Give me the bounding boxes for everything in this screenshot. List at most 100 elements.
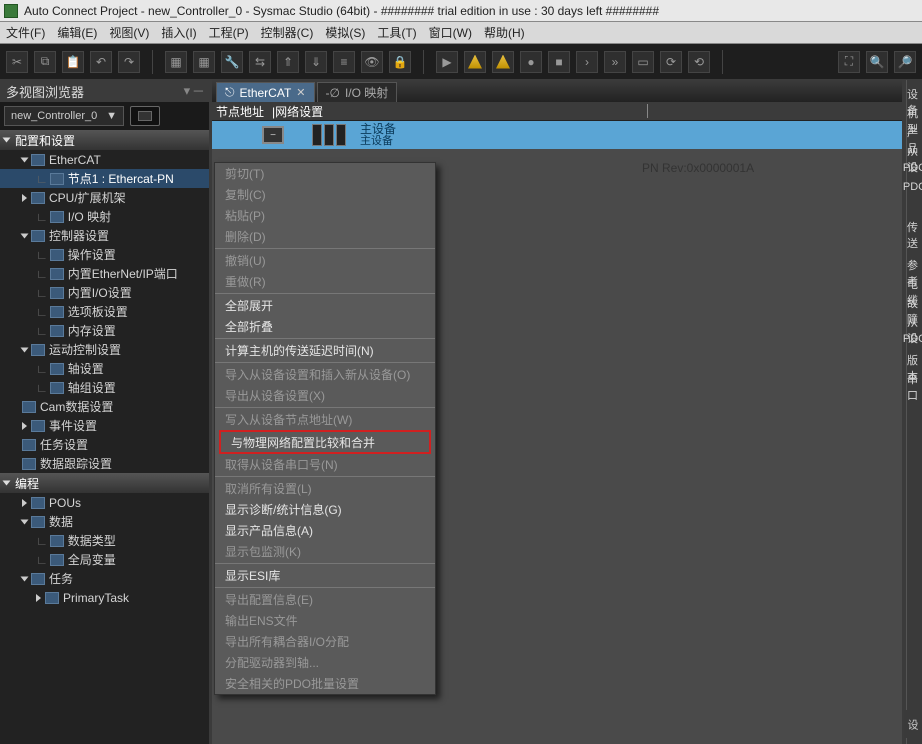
build2-icon[interactable]: ▦ — [193, 51, 215, 73]
monitor-icon[interactable]: 👁 — [361, 51, 383, 73]
context-menu-item[interactable]: 显示诊断/统计信息(G) — [215, 499, 435, 520]
tree-item[interactable]: 数据 — [0, 512, 209, 531]
tree-item[interactable]: ∟选项板设置 — [0, 302, 209, 321]
prop-label: 传送 — [907, 219, 922, 235]
zoom-out-icon[interactable]: 🔎 — [894, 51, 916, 73]
tree-item[interactable]: Cam数据设置 — [0, 397, 209, 416]
tree-item[interactable]: ∟内置EtherNet/IP端口 — [0, 264, 209, 283]
menu-controller[interactable]: 控制器(C) — [261, 24, 314, 41]
warn2-icon[interactable] — [492, 51, 514, 73]
node-icon — [31, 192, 45, 204]
tree-item-label: 内存设置 — [68, 322, 116, 339]
tree-item-label: 全局变量 — [68, 551, 116, 568]
tree-item[interactable]: EtherCAT — [0, 150, 209, 169]
paste-icon[interactable]: 📋 — [62, 51, 84, 73]
tree-item-label: POUs — [49, 496, 81, 510]
tree-item[interactable]: CPU/扩展机架 — [0, 188, 209, 207]
context-menu-item[interactable]: 计算主机的传送延迟时间(N) — [215, 340, 435, 361]
crop-icon[interactable]: ⛶ — [838, 51, 860, 73]
menu-view[interactable]: 视图(V) — [109, 24, 149, 41]
refresh-icon[interactable]: ⟳ — [660, 51, 682, 73]
upload-icon[interactable]: ⇑ — [277, 51, 299, 73]
node-icon — [50, 173, 64, 185]
tree-item[interactable]: ∟节点1 : Ethercat-PN — [0, 169, 209, 188]
lock-icon[interactable]: 🔒 — [389, 51, 411, 73]
title-bar: Auto Connect Project - new_Controller_0 … — [0, 0, 922, 22]
context-menu-item[interactable]: 与物理网络配置比较和合并 — [219, 430, 431, 454]
tree-item[interactable]: ∟内存设置 — [0, 321, 209, 340]
context-menu-item[interactable]: 全部折叠 — [215, 316, 435, 337]
menu-project[interactable]: 工程(P) — [209, 24, 249, 41]
node-icon — [50, 306, 64, 318]
step2-icon[interactable]: » — [604, 51, 626, 73]
cut-icon[interactable]: ✂ — [6, 51, 28, 73]
close-icon[interactable]: ✕ — [296, 86, 305, 99]
tree-item[interactable]: ∟全局变量 — [0, 550, 209, 569]
tree-item[interactable]: POUs — [0, 493, 209, 512]
menu-insert[interactable]: 插入(I) — [161, 24, 196, 41]
step-icon[interactable]: › — [576, 51, 598, 73]
master-device-row[interactable]: − 主设备 主设备 — [212, 121, 902, 149]
menu-help[interactable]: 帮助(H) — [484, 24, 525, 41]
tree-item[interactable]: ∟数据类型 — [0, 531, 209, 550]
node-icon — [31, 516, 45, 528]
tree-item-label: 选项板设置 — [68, 303, 128, 320]
menu-file[interactable]: 文件(F) — [6, 24, 45, 41]
tree-item[interactable]: 事件设置 — [0, 416, 209, 435]
tree-item[interactable]: PrimaryTask — [0, 588, 209, 607]
sync-icon[interactable]: ⇆ — [249, 51, 271, 73]
explorer-menu-icon[interactable]: ▾ ─ — [184, 83, 203, 99]
context-menu-item[interactable]: 全部展开 — [215, 295, 435, 316]
redo-icon[interactable]: ↷ — [118, 51, 140, 73]
run-icon[interactable]: ● — [520, 51, 542, 73]
tree-item[interactable]: 任务 — [0, 569, 209, 588]
stop-icon[interactable]: ■ — [548, 51, 570, 73]
tree-item[interactable]: 任务设置 — [0, 435, 209, 454]
context-menu-item[interactable]: 显示产品信息(A) — [215, 520, 435, 541]
context-menu-item: 导出从设备设置(X) — [215, 385, 435, 406]
compare-icon[interactable]: ≡ — [333, 51, 355, 73]
tab-ethercat[interactable]: ⎋ EtherCAT ✕ — [216, 82, 315, 102]
tree-item-label: 操作设置 — [68, 246, 116, 263]
menu-sim[interactable]: 模拟(S) — [325, 24, 365, 41]
device-image — [312, 124, 346, 146]
tree-group-config[interactable]: 配置和设置 — [0, 130, 209, 150]
tree-item[interactable]: 运动控制设置 — [0, 340, 209, 359]
tree-item[interactable]: 控制器设置 — [0, 226, 209, 245]
tab-label: I/O 映射 — [345, 84, 388, 101]
build-icon[interactable]: ▦ — [165, 51, 187, 73]
menu-tool[interactable]: 工具(T) — [377, 24, 416, 41]
tree-item[interactable]: ∟内置I/O设置 — [0, 283, 209, 302]
context-menu-item: 取消所有设置(L) — [215, 478, 435, 499]
explorer-pane: 多视图浏览器 ▾ ─ new_Controller_0 ▼ 配置和设置 Ethe… — [0, 80, 212, 744]
menu-edit[interactable]: 编辑(E) — [57, 24, 97, 41]
tree-item[interactable]: 数据跟踪设置 — [0, 454, 209, 473]
undo-icon[interactable]: ↶ — [90, 51, 112, 73]
warn1-icon[interactable] — [464, 51, 486, 73]
wrench-icon[interactable]: 🔧 — [221, 51, 243, 73]
controller-select[interactable]: new_Controller_0 ▼ — [4, 106, 124, 126]
zoom-in-icon[interactable]: 🔍 — [866, 51, 888, 73]
node-icon — [50, 287, 64, 299]
tree-item[interactable]: ∟I/O 映射 — [0, 207, 209, 226]
download-icon[interactable]: ⇓ — [305, 51, 327, 73]
refresh2-icon[interactable]: ⟲ — [688, 51, 710, 73]
context-menu-item[interactable]: 显示ESI库 — [215, 565, 435, 586]
context-menu-item: 撤销(U) — [215, 250, 435, 271]
prop-label: PDC — [903, 162, 922, 178]
tree-item[interactable]: ∟轴组设置 — [0, 378, 209, 397]
tree-group-program[interactable]: 编程 — [0, 473, 209, 493]
copy-icon[interactable]: ⧉ — [34, 51, 56, 73]
prop-label: PDC — [903, 181, 922, 197]
tree-item[interactable]: ∟操作设置 — [0, 245, 209, 264]
toolbar: ✂ ⧉ 📋 ↶ ↷ ▦ ▦ 🔧 ⇆ ⇑ ⇓ ≡ 👁 🔒 ▶ ● ■ › » ▭ … — [0, 44, 922, 80]
tree-item[interactable]: ∟轴设置 — [0, 359, 209, 378]
menu-window[interactable]: 窗口(W) — [429, 24, 472, 41]
node-icon — [31, 230, 45, 242]
project-tree[interactable]: 配置和设置 EtherCAT∟节点1 : Ethercat-PNCPU/扩展机架… — [0, 130, 209, 744]
tab-iomap[interactable]: -∅ I/O 映射 — [317, 82, 398, 102]
screen-icon[interactable]: ▭ — [632, 51, 654, 73]
collapse-icon[interactable]: − — [262, 126, 284, 144]
prop-label: 串口 — [907, 371, 922, 387]
online-icon[interactable]: ▶ — [436, 51, 458, 73]
